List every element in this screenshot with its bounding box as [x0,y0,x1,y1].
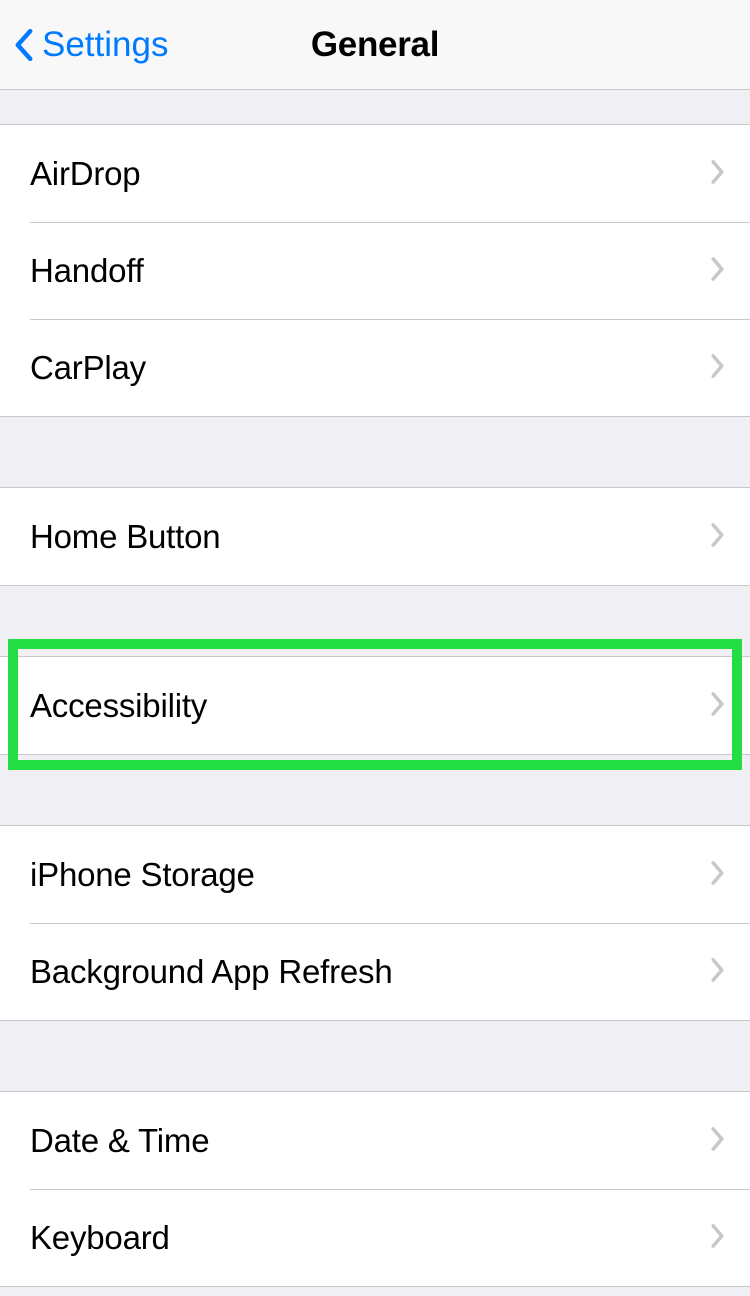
settings-row-accessibility[interactable]: Accessibility [0,657,750,754]
section-gap [0,755,750,825]
chevron-right-icon [710,522,728,552]
navigation-bar: Settings General [0,0,750,90]
settings-row-keyboard[interactable]: Keyboard [0,1189,750,1286]
settings-row-label: iPhone Storage [30,856,710,894]
chevron-right-icon [710,957,728,987]
settings-section: AirDrop Handoff CarPlay [0,124,750,417]
settings-section: Home Button [0,487,750,586]
settings-content: AirDrop Handoff CarPlay Home Button Accessib… [0,90,750,1287]
section-gap [0,1021,750,1091]
settings-section: Date & Time Keyboard [0,1091,750,1287]
page-title: General [311,25,439,65]
chevron-left-icon [12,25,36,65]
settings-row-label: Background App Refresh [30,953,710,991]
settings-section: Accessibility [0,656,750,755]
chevron-right-icon [710,159,728,189]
section-gap [0,586,750,656]
settings-row-label: Home Button [30,518,710,556]
settings-row-label: Keyboard [30,1219,710,1257]
chevron-right-icon [710,691,728,721]
settings-row-label: Handoff [30,252,710,290]
settings-row-iphone-storage[interactable]: iPhone Storage [0,826,750,923]
chevron-right-icon [710,860,728,890]
settings-row-home-button[interactable]: Home Button [0,488,750,585]
settings-row-carplay[interactable]: CarPlay [0,319,750,416]
section-gap [0,90,750,124]
settings-row-label: Date & Time [30,1122,710,1160]
chevron-right-icon [710,353,728,383]
chevron-right-icon [710,1126,728,1156]
settings-row-label: AirDrop [30,155,710,193]
back-button[interactable]: Settings [12,25,168,65]
settings-row-label: CarPlay [30,349,710,387]
settings-row-background-app-refresh[interactable]: Background App Refresh [0,923,750,1020]
settings-row-airdrop[interactable]: AirDrop [0,125,750,222]
settings-section: iPhone Storage Background App Refresh [0,825,750,1021]
settings-row-label: Accessibility [30,687,710,725]
section-gap [0,417,750,487]
chevron-right-icon [710,256,728,286]
chevron-right-icon [710,1223,728,1253]
settings-row-date-time[interactable]: Date & Time [0,1092,750,1189]
settings-row-handoff[interactable]: Handoff [0,222,750,319]
back-button-label: Settings [42,25,168,65]
